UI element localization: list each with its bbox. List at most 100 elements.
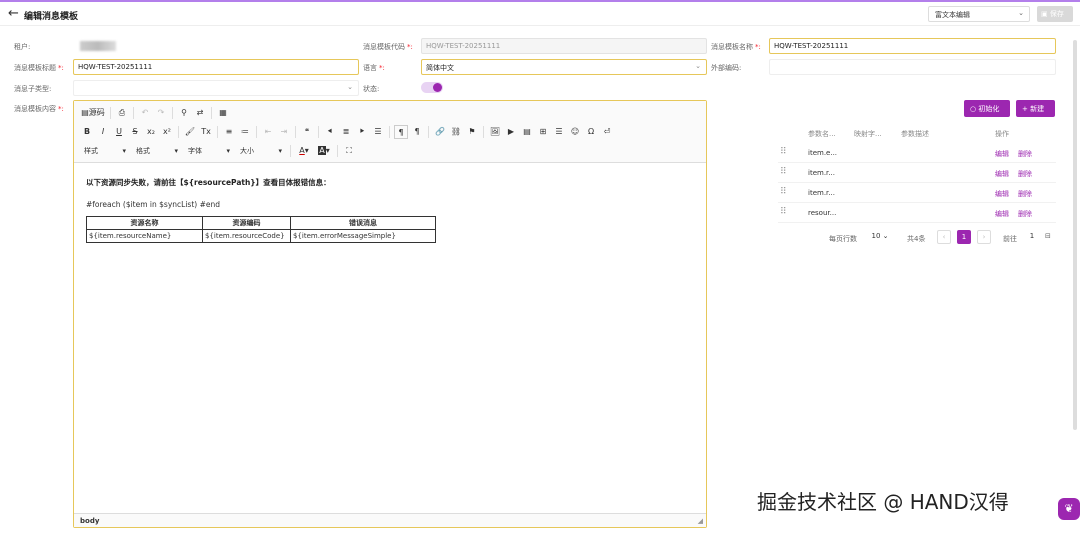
page-title: 编辑消息模板 [24,12,79,22]
drag-handle-icon[interactable]: ⠿ [780,187,787,197]
editor-mode-select[interactable]: 富文本编辑 ⌄ [928,6,1030,22]
table-icon[interactable]: ⊞ [536,125,550,139]
editor-mode-value: 富文本编辑 [935,11,970,19]
align-center-icon[interactable]: ≣ [339,125,353,139]
next-page-icon[interactable]: › [977,230,991,244]
rich-text-editor[interactable]: ▤源码 ⎙ ↶ ↷ ⚲ ⇄ ▦ B I U S x₂ x² 🖌 Tx ≡ ≔ ⇤… [73,100,707,528]
embed-icon[interactable]: ▤ [520,125,534,139]
unlink-icon[interactable]: ⛓ [449,125,463,139]
column-header-mapping: 映射字... [854,130,882,138]
special-char-icon[interactable]: Ω [584,125,598,139]
preview-icon[interactable]: ⎙ [115,106,129,120]
total-count: 共4条 [907,235,926,243]
edit-link[interactable]: 编辑 [995,189,1009,199]
content-loop-text: #foreach ($item in $syncList) #end [86,200,220,209]
delete-link[interactable]: 删除 [1018,189,1032,199]
image-icon[interactable]: 🖼 [488,125,502,139]
blockquote-icon[interactable]: ❝ [300,125,314,139]
page-1-button[interactable]: 1 [957,230,971,244]
replace-icon[interactable]: ⇄ [193,106,207,120]
page-break-icon[interactable]: ⏎ [600,125,614,139]
delete-link[interactable]: 删除 [1018,169,1032,179]
rtl-icon[interactable]: ¶ [410,125,424,139]
emoji-icon[interactable]: ☺ [568,125,582,139]
goto-calendar-icon[interactable]: ⊟ [1045,232,1051,240]
video-icon[interactable]: ▶ [504,125,518,139]
italic-icon[interactable]: I [96,125,110,139]
find-icon[interactable]: ⚲ [177,106,191,120]
drag-handle-icon[interactable]: ⠿ [780,167,787,177]
status-toggle[interactable] [421,82,443,93]
link-icon[interactable]: 🔗 [433,125,447,139]
toolbar-separator [389,126,390,138]
font-dropdown[interactable]: 字体 ▾ [184,144,234,158]
column-header-description: 参数描述 [901,130,929,138]
toolbar-separator [110,107,111,119]
subtype-select[interactable]: ⌄ [73,80,359,96]
toolbar-separator [217,126,218,138]
subscript-icon[interactable]: x₂ [144,125,158,139]
external-code-input[interactable] [769,59,1056,75]
title-input[interactable]: HQW-TEST-20251111 [73,59,359,75]
text-color-icon[interactable]: A▾ [295,144,313,158]
horizontal-rule-icon[interactable]: ☰ [552,125,566,139]
language-label: 语言 *: [363,64,385,72]
underline-icon[interactable]: U [112,125,126,139]
tenant-label: 租户: [14,43,31,51]
outdent-icon[interactable]: ⇤ [261,125,275,139]
per-page-select[interactable]: 10 ⌄ [865,230,895,244]
anchor-icon[interactable]: ⚑ [465,125,479,139]
align-justify-icon[interactable]: ☰ [371,125,385,139]
edit-link[interactable]: 编辑 [995,209,1009,219]
chevron-down-icon: ⌄ [882,232,889,240]
ordered-list-icon[interactable]: ≡ [222,125,236,139]
chevron-down-icon: ⌄ [347,83,353,91]
maximize-icon[interactable]: ⛶ [342,144,356,158]
style-dropdown[interactable]: 样式 ▾ [80,144,130,158]
delete-link[interactable]: 删除 [1018,149,1032,159]
align-right-icon[interactable]: ⯈ [355,125,369,139]
toolbar-separator [178,126,179,138]
bold-icon[interactable]: B [80,125,94,139]
superscript-icon[interactable]: x² [160,125,174,139]
copy-format-icon[interactable]: 🖌 [183,125,197,139]
prev-page-icon[interactable]: ‹ [937,230,951,244]
content-heading: 以下资源同步失败，请前往【${resourcePath}】查看目体报错信息： [86,178,331,187]
page-scrollbar[interactable] [1073,40,1077,430]
source-button[interactable]: ▤源码 [80,106,106,120]
ltr-icon[interactable]: ¶ [394,125,408,139]
goto-page-input[interactable]: 1 [1022,230,1042,244]
param-name-cell: item.r... [808,189,835,197]
name-input[interactable]: HQW-TEST-20251111 [769,38,1056,54]
back-arrow-icon[interactable]: ← [8,6,19,21]
align-left-icon[interactable]: ⯇ [323,125,337,139]
indent-icon[interactable]: ⇥ [277,125,291,139]
edit-link[interactable]: 编辑 [995,169,1009,179]
resize-handle-icon[interactable]: ◢ [698,517,703,525]
language-select[interactable]: 简体中文 ⌄ [421,59,707,75]
bullet-list-icon[interactable]: ≔ [238,125,252,139]
toolbar-row-1: ▤源码 ⎙ ↶ ↷ ⚲ ⇄ ▦ [80,106,230,120]
redo-icon[interactable]: ↷ [154,106,168,120]
size-dropdown[interactable]: 大小 ▾ [236,144,286,158]
initialize-button[interactable]: ○ 初始化 [964,100,1010,117]
template-icon[interactable]: ▦ [216,106,230,120]
table-header-cell: 资源编码 [202,216,291,230]
editor-status-bar: body ◢ [74,513,706,527]
clear-format-icon[interactable]: Tx [199,125,213,139]
drag-handle-icon[interactable]: ⠿ [780,207,787,217]
strikethrough-icon[interactable]: S [128,125,142,139]
undo-icon[interactable]: ↶ [138,106,152,120]
new-button[interactable]: + 新建 [1016,100,1055,117]
delete-link[interactable]: 删除 [1018,209,1032,219]
toolbar-separator [256,126,257,138]
save-button[interactable]: ▣ 保存 [1037,6,1073,22]
background-color-icon[interactable]: A▾ [315,144,333,158]
editor-content[interactable]: 以下资源同步失败，请前往【${resourcePath}】查看目体报错信息： #… [86,177,696,209]
save-icon: ▣ [1041,10,1050,18]
drag-handle-icon[interactable]: ⠿ [780,147,787,157]
toolbar-row-3: 样式 ▾ 格式 ▾ 字体 ▾ 大小 ▾ A▾ A▾ ⛶ [80,144,356,158]
edit-link[interactable]: 编辑 [995,149,1009,159]
format-dropdown[interactable]: 格式 ▾ [132,144,182,158]
table-cell: ${item.errorMessageSimple} [290,229,436,243]
